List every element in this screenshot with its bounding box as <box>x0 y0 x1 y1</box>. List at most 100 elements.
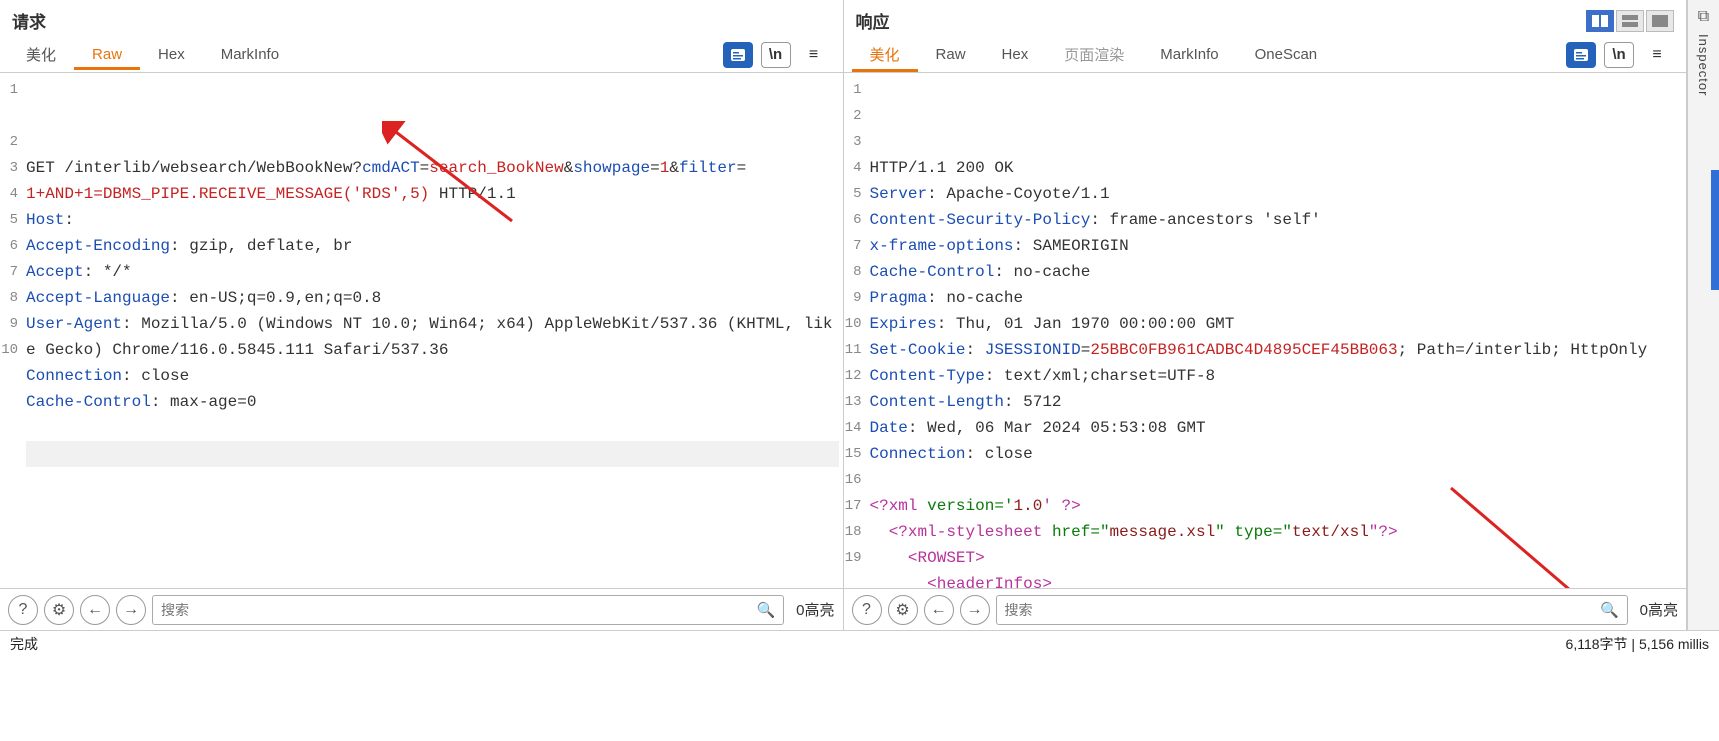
code-line <box>26 441 839 467</box>
code-line: Content-Type: text/xml;charset=UTF-8 <box>870 363 1683 389</box>
response-gutter: 12345678910111213141516171819 <box>844 73 866 588</box>
search-input[interactable] <box>161 602 756 618</box>
code-line: <ROWSET> <box>870 545 1683 571</box>
code-line: x-frame-options: SAMEORIGIN <box>870 233 1683 259</box>
code-line: Server: Apache-Coyote/1.1 <box>870 181 1683 207</box>
inspector-toggle-icon[interactable]: ⧉ <box>1698 8 1709 26</box>
help-button[interactable]: ? <box>8 595 38 625</box>
code-line: User-Agent: Mozilla/5.0 (Windows NT 10.0… <box>26 311 839 363</box>
request-title: 请求 <box>12 8 46 33</box>
request-code[interactable]: GET /interlib/websearch/WebBookNew?cmdAC… <box>22 73 843 588</box>
scroll-indicator <box>1711 170 1719 290</box>
tab-onescan[interactable]: OneScan <box>1237 40 1336 69</box>
prev-button[interactable]: ← <box>80 595 110 625</box>
prev-button[interactable]: ← <box>924 595 954 625</box>
arrow-right-icon: → <box>123 601 139 619</box>
code-line: Expires: Thu, 01 Jan 1970 00:00:00 GMT <box>870 311 1683 337</box>
settings-button[interactable]: ⚙ <box>888 595 918 625</box>
arrow-left-icon: ← <box>931 601 947 619</box>
code-line: Accept-Encoding: gzip, deflate, br <box>26 233 839 259</box>
code-line: Date: Wed, 06 Mar 2024 05:53:08 GMT <box>870 415 1683 441</box>
settings-button[interactable]: ⚙ <box>44 595 74 625</box>
code-line: Set-Cookie: JSESSIONID=25BBC0FB961CADBC4… <box>870 337 1683 363</box>
tab-美化[interactable]: 美化 <box>8 38 74 71</box>
split-h-icon <box>1592 15 1608 27</box>
code-line: Host: <box>26 207 839 233</box>
gear-icon: ⚙ <box>52 600 66 620</box>
code-line: GET /interlib/websearch/WebBookNew?cmdAC… <box>26 155 839 181</box>
response-tabs: 美化RawHex页面渲染MarkInfoOneScan \n ≡ <box>844 37 1687 73</box>
split-v-icon <box>1622 15 1638 27</box>
inspector-rail: ⧉ Inspector <box>1687 0 1719 630</box>
search-input-wrap: 🔍 <box>152 595 784 625</box>
code-line: Cache-Control: no-cache <box>870 259 1683 285</box>
gear-icon: ⚙ <box>895 600 909 620</box>
tab-hex[interactable]: Hex <box>140 40 203 69</box>
code-line: Connection: close <box>870 441 1683 467</box>
search-hits: 0高亮 <box>796 599 834 620</box>
response-code[interactable]: HTTP/1.1 200 OKServer: Apache-Coyote/1.1… <box>866 73 1687 588</box>
code-line: Accept: */* <box>26 259 839 285</box>
more-button[interactable]: ≡ <box>1642 42 1672 68</box>
code-line: Pragma: no-cache <box>870 285 1683 311</box>
tab-raw[interactable]: Raw <box>74 40 140 70</box>
response-tab-tools: \n ≡ <box>1566 42 1678 68</box>
tab-markinfo[interactable]: MarkInfo <box>1142 40 1236 69</box>
code-line: HTTP/1.1 200 OK <box>870 155 1683 181</box>
inspector-label[interactable]: Inspector <box>1696 34 1711 96</box>
view-split-h-button[interactable] <box>1586 10 1614 32</box>
response-search-bar: ? ⚙ ← → 🔍 0高亮 <box>844 588 1687 630</box>
request-editor[interactable]: 12345678910 GET /interlib/websearch/WebB… <box>0 73 843 588</box>
more-button[interactable]: ≡ <box>799 42 829 68</box>
next-button[interactable]: → <box>116 595 146 625</box>
format-button[interactable] <box>723 42 753 68</box>
single-icon <box>1652 15 1668 27</box>
code-line: Content-Security-Policy: frame-ancestors… <box>870 207 1683 233</box>
main-container: 请求 美化RawHexMarkInfo \n ≡ 12345678910 GET… <box>0 0 1719 630</box>
request-gutter: 12345678910 <box>0 73 22 588</box>
request-header: 请求 <box>0 0 843 37</box>
view-toggle <box>1586 10 1674 32</box>
search-icon[interactable]: 🔍 <box>756 601 775 619</box>
code-line: <?xml-stylesheet href="message.xsl" type… <box>870 519 1683 545</box>
search-input-wrap: 🔍 <box>996 595 1628 625</box>
format-icon <box>1573 47 1589 63</box>
code-line: Accept-Language: en-US;q=0.9,en;q=0.8 <box>26 285 839 311</box>
request-tabs: 美化RawHexMarkInfo \n ≡ <box>0 37 843 73</box>
tab-美化[interactable]: 美化 <box>852 38 918 72</box>
status-right: 6,118字节 | 5,156 millis <box>1566 634 1709 654</box>
request-panel: 请求 美化RawHexMarkInfo \n ≡ 12345678910 GET… <box>0 0 844 630</box>
search-input[interactable] <box>1005 602 1600 618</box>
tab-markinfo[interactable]: MarkInfo <box>203 40 297 69</box>
code-line: <headerInfos> <box>870 571 1683 588</box>
status-left: 完成 <box>10 634 38 654</box>
newline-button[interactable]: \n <box>761 42 791 68</box>
tab-raw[interactable]: Raw <box>918 40 984 69</box>
response-header: 响应 <box>844 0 1687 37</box>
response-editor[interactable]: 12345678910111213141516171819 HTTP/1.1 2… <box>844 73 1687 588</box>
arrow-left-icon: ← <box>87 601 103 619</box>
code-line: Content-Length: 5712 <box>870 389 1683 415</box>
response-panel: 响应 美化RawHex页面渲染MarkInfoOneScan \n ≡ 1234… <box>844 0 1688 630</box>
code-line <box>870 467 1683 493</box>
code-line <box>26 415 839 441</box>
next-button[interactable]: → <box>960 595 990 625</box>
request-tab-tools: \n ≡ <box>723 42 835 68</box>
tab-页面渲染[interactable]: 页面渲染 <box>1046 38 1142 71</box>
help-button[interactable]: ? <box>852 595 882 625</box>
newline-button[interactable]: \n <box>1604 42 1634 68</box>
search-icon[interactable]: 🔍 <box>1600 601 1619 619</box>
view-split-v-button[interactable] <box>1616 10 1644 32</box>
code-line: <?xml version='1.0' ?> <box>870 493 1683 519</box>
view-single-button[interactable] <box>1646 10 1674 32</box>
arrow-right-icon: → <box>967 601 983 619</box>
format-button[interactable] <box>1566 42 1596 68</box>
tab-hex[interactable]: Hex <box>984 40 1047 69</box>
status-bar: 完成 6,118字节 | 5,156 millis <box>0 630 1719 656</box>
response-title: 响应 <box>856 8 890 33</box>
code-line: Cache-Control: max-age=0 <box>26 389 839 415</box>
request-search-bar: ? ⚙ ← → 🔍 0高亮 <box>0 588 843 630</box>
search-hits: 0高亮 <box>1640 599 1678 620</box>
format-icon <box>730 47 746 63</box>
code-line: Connection: close <box>26 363 839 389</box>
